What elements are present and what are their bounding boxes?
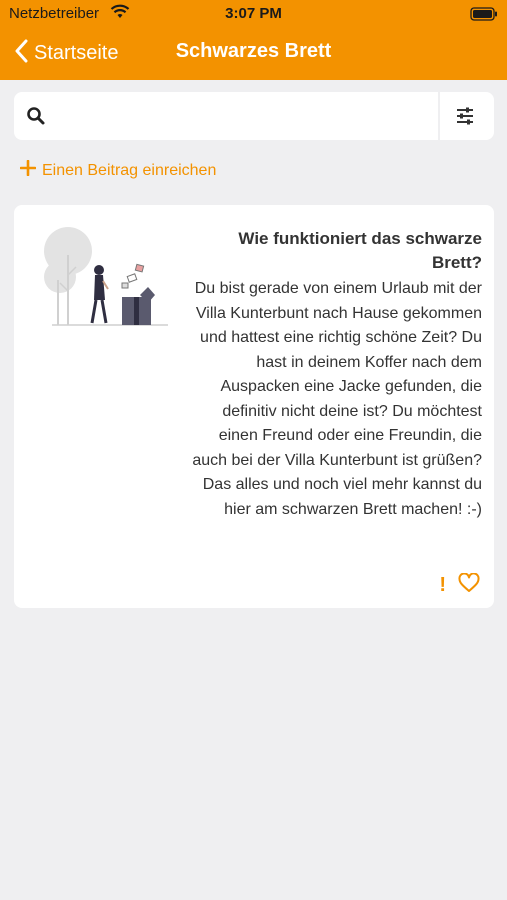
status-bar: Netzbetreiber 3:07 PM [0,0,507,30]
gift-illustration-icon [38,225,178,340]
search-input[interactable] [58,100,443,132]
exclamation-icon[interactable]: ! [439,574,446,597]
sliders-icon[interactable] [454,105,476,132]
nav-bar: Startseite Schwarzes Brett [0,30,507,80]
status-time: 3:07 PM [225,5,282,22]
app-header: Netzbetreiber 3:07 PM Startseite Schwarz… [0,0,507,80]
search-bar [14,92,494,140]
add-post-label: Einen Beitrag einreichen [42,161,217,179]
search-divider [438,92,440,140]
post-body: Du bist gerade von einem Urlaub mit der … [192,280,482,518]
battery-icon [470,7,498,25]
post-title: Wie funktioniert das schwarze Brett? [238,229,482,272]
post-actions: ! [439,572,480,598]
heart-icon[interactable] [458,572,480,598]
add-post-button[interactable]: Einen Beitrag einreichen [19,159,217,181]
post-card[interactable]: Wie funktioniert das schwarze Brett? Du … [14,205,494,608]
search-icon [26,106,46,131]
plus-icon [19,159,37,181]
page-title: Schwarzes Brett [175,40,332,62]
